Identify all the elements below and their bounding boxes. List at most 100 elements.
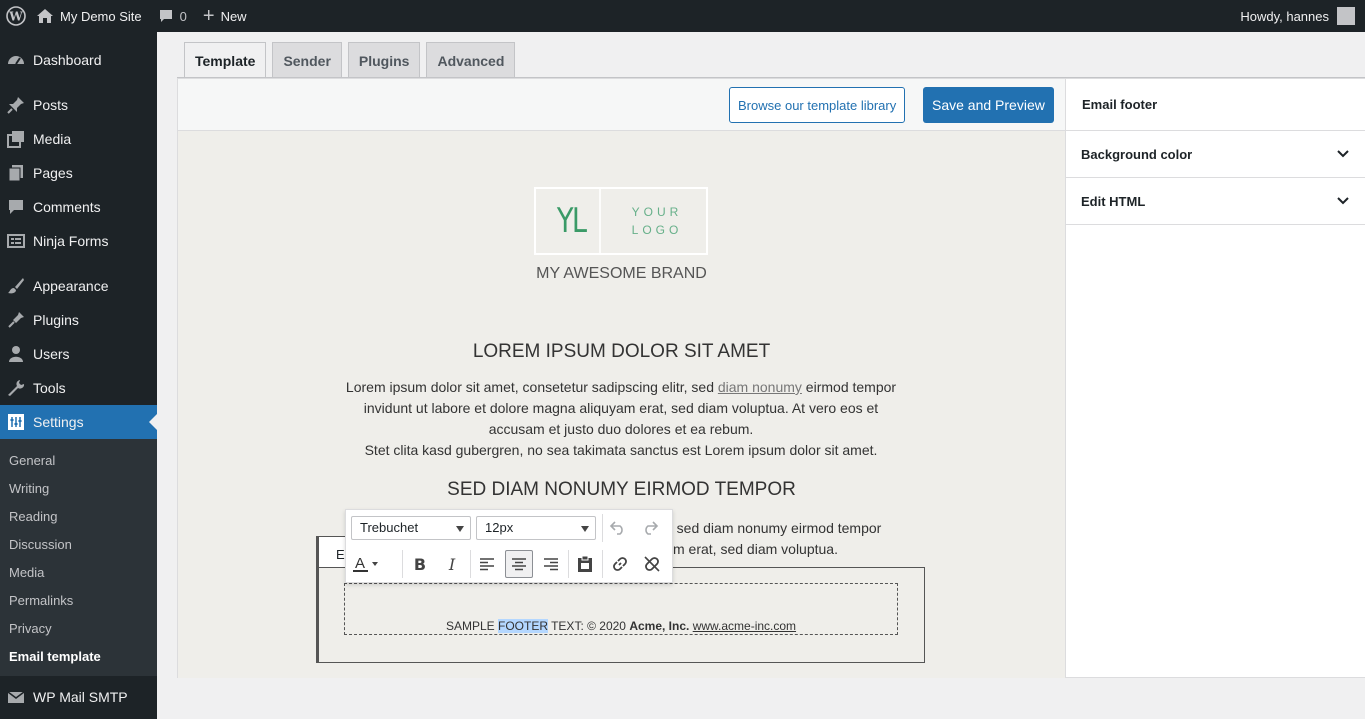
undo-icon (609, 521, 623, 535)
sidebar-item-wp-mail-smtp[interactable]: WP Mail SMTP (0, 680, 157, 714)
sidebar-item-comments[interactable]: Comments (0, 190, 157, 224)
email-canvas[interactable]: YL YOUR LOGO MY AWESOME BRAND LOREM IPSU… (178, 131, 1065, 678)
wordpress-logo-icon[interactable]: W (0, 0, 28, 32)
sidebar-item-settings[interactable]: Settings (0, 405, 157, 439)
comments-link[interactable]: 0 (150, 0, 195, 32)
paragraph-link[interactable]: diam nonumy (718, 379, 802, 395)
editor-toolbar: Browse our template library Save and Pre… (178, 79, 1065, 131)
svg-text:W: W (8, 10, 23, 24)
sidebar-item-appearance[interactable]: Appearance (0, 269, 157, 303)
brush-icon (6, 276, 26, 296)
section-label: Background color (1081, 146, 1193, 162)
align-center-icon (512, 558, 526, 571)
sidebar-item-dashboard[interactable]: Dashboard (0, 43, 157, 77)
submenu-item-email-template[interactable]: Email template (0, 642, 157, 670)
sidebar-item-pages[interactable]: Pages (0, 156, 157, 190)
comment-icon (6, 197, 26, 217)
align-left-icon (480, 558, 494, 571)
text-color-button[interactable]: A (351, 550, 379, 578)
footer-text-part: TEXT: © 2020 (547, 619, 630, 633)
italic-button[interactable]: I (438, 550, 466, 578)
submenu-item-discussion[interactable]: Discussion (0, 530, 157, 558)
logo-text-line-1: YOUR (631, 205, 683, 219)
submenu-item-permalinks[interactable]: Permalinks (0, 586, 157, 614)
comments-count: 0 (179, 8, 187, 24)
submenu-item-general[interactable]: General (0, 446, 157, 474)
sidebar-item-posts[interactable]: Posts (0, 88, 157, 122)
tab-sender[interactable]: Sender (272, 42, 342, 78)
dashboard-icon (6, 50, 26, 70)
pages-icon (6, 163, 26, 183)
remove-link-button[interactable] (638, 550, 666, 578)
font-family-select[interactable]: Trebuchet (351, 516, 471, 540)
align-right-button[interactable] (537, 550, 565, 578)
footer-link[interactable]: www.acme-inc.com (693, 619, 796, 633)
edit-html-section[interactable]: Edit HTML (1066, 178, 1365, 225)
plugin-icon (6, 310, 26, 330)
sidebar-item-media[interactable]: Media (0, 122, 157, 156)
sidebar-item-label: Pages (33, 165, 73, 181)
email-paragraph-1[interactable]: Lorem ipsum dolor sit amet, consetetur s… (338, 377, 904, 461)
user-icon (6, 344, 26, 364)
new-label: New (220, 8, 247, 24)
text-color-icon: A (353, 555, 378, 572)
align-center-button[interactable] (505, 550, 533, 578)
sidebar-item-label: Tools (33, 380, 66, 396)
paragraph-text: Lorem ipsum dolor sit amet, consetetur s… (345, 379, 718, 395)
sidebar-item-label: Comments (33, 199, 101, 215)
sidebar-item-users[interactable]: Users (0, 337, 157, 371)
undo-button[interactable] (604, 514, 632, 542)
submenu-item-media[interactable]: Media (0, 558, 157, 586)
tab-template[interactable]: Template (184, 42, 267, 79)
email-heading-2[interactable]: SED DIAM NONUMY EIRMOD TEMPOR (178, 479, 1065, 501)
plus-icon: + (202, 4, 215, 27)
footer-text[interactable]: SAMPLE FOOTER TEXT: © 2020 Acme, Inc. ww… (344, 619, 898, 633)
toolbar-divider (602, 514, 603, 542)
comment-icon (158, 8, 174, 24)
tab-advanced[interactable]: Advanced (426, 42, 516, 78)
align-left-button[interactable] (473, 550, 501, 578)
font-size-select[interactable]: 12px (476, 516, 596, 540)
site-name: My Demo Site (60, 8, 142, 24)
background-color-section[interactable]: Background color (1066, 131, 1365, 178)
redo-button[interactable] (636, 514, 664, 542)
browse-template-library-button[interactable]: Browse our template library (729, 87, 906, 123)
sidebar-item-ninja-forms[interactable]: Ninja Forms (0, 224, 157, 258)
sidebar-item-tools[interactable]: Tools (0, 371, 157, 405)
save-and-preview-button[interactable]: Save and Preview (923, 87, 1054, 123)
tab-plugins[interactable]: Plugins (347, 42, 421, 78)
paste-button[interactable] (571, 550, 599, 578)
sidebar-item-label: Posts (33, 97, 69, 113)
my-account-link[interactable]: Howdy, hannes (1232, 0, 1365, 32)
sidebar-item-label: Dashboard (33, 52, 102, 68)
logo-text: YOUR LOGO (608, 189, 706, 253)
sidebar-item-plugins[interactable]: Plugins (0, 303, 157, 337)
brand-name[interactable]: MY AWESOME BRAND (178, 265, 1065, 283)
submenu-item-privacy[interactable]: Privacy (0, 614, 157, 642)
insert-link-button[interactable] (606, 550, 634, 578)
submenu-item-reading[interactable]: Reading (0, 502, 157, 530)
site-name-link[interactable]: My Demo Site (28, 0, 150, 32)
bold-icon: B (413, 554, 427, 574)
bold-button[interactable]: B (406, 550, 434, 578)
sidebar-item-label: WP Mail SMTP (33, 689, 128, 705)
media-icon (6, 129, 26, 149)
svg-text:A: A (355, 555, 365, 572)
admin-bar: W My Demo Site 0 + New Howdy, hannes (0, 0, 1365, 32)
email-logo[interactable]: YL YOUR LOGO (534, 187, 708, 255)
selected-text: FOOTER (497, 619, 548, 633)
logo-initials: YL (543, 189, 601, 253)
footer-text-part: SAMPLE (445, 619, 498, 633)
main-content: Template Sender Plugins Advanced Browse … (157, 32, 1365, 719)
chevron-down-icon (456, 526, 464, 532)
sidebar-item-label: Appearance (33, 278, 109, 294)
sidebar-item-label: Settings (33, 414, 84, 430)
toolbar-divider (402, 550, 403, 578)
new-content-link[interactable]: + New (195, 0, 255, 32)
link-icon (613, 557, 627, 571)
email-heading-1[interactable]: LOREM IPSUM DOLOR SIT AMET (178, 341, 1065, 363)
chevron-down-icon (581, 526, 589, 532)
home-icon (36, 8, 54, 24)
sidebar-item-label: Users (33, 346, 70, 362)
submenu-item-writing[interactable]: Writing (0, 474, 157, 502)
